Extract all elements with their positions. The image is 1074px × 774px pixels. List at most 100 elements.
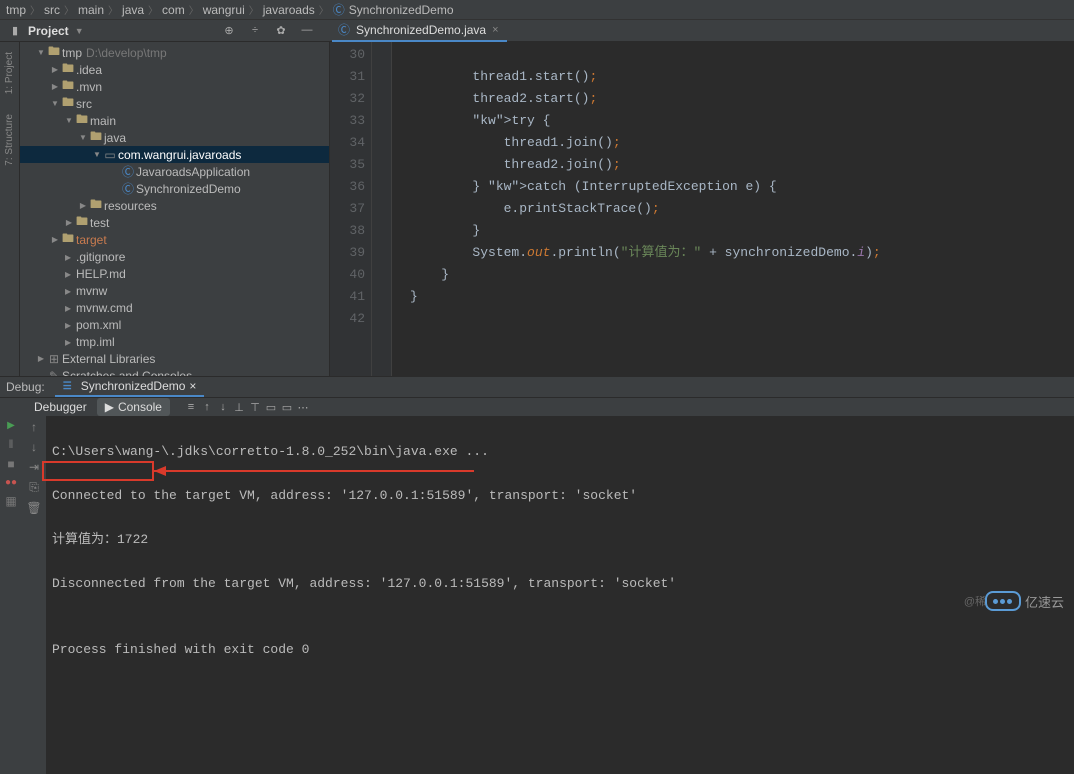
toolbar-icon-7[interactable]: ▭ bbox=[280, 401, 294, 414]
run-config-tab[interactable]: ☰ SynchronizedDemo × bbox=[55, 377, 205, 397]
close-tab-icon[interactable]: × bbox=[492, 24, 498, 36]
site-watermark: 亿速云 bbox=[985, 591, 1064, 611]
tree-item-label: mvnw.cmd bbox=[76, 301, 133, 315]
chevron-down-icon[interactable]: ▼ bbox=[75, 26, 84, 36]
tree-arrow-icon[interactable]: ▶ bbox=[78, 201, 88, 210]
crumb-1[interactable]: src bbox=[44, 3, 60, 17]
stop-icon[interactable]: ■ bbox=[7, 457, 14, 471]
tree-item-mvnw-cmd[interactable]: ▸mvnw.cmd bbox=[20, 299, 329, 316]
structure-tool-button[interactable]: 7: Structure bbox=[4, 114, 15, 166]
tree-item-help-md[interactable]: ▸HELP.md bbox=[20, 265, 329, 282]
run-config-name: SynchronizedDemo bbox=[81, 379, 186, 393]
collapse-icon[interactable]: ÷ bbox=[248, 24, 262, 37]
debug-side-controls: ▶ ‖ ■ ●● ▦ bbox=[0, 416, 22, 774]
down-icon[interactable]: ↓ bbox=[31, 440, 37, 454]
tree-arrow-icon[interactable]: ▼ bbox=[92, 150, 102, 159]
console-output[interactable]: C:\Users\wang-\.jdks\corretto-1.8.0_252\… bbox=[46, 416, 1074, 774]
tree-item-label: target bbox=[76, 233, 107, 247]
gear-icon[interactable]: ✿ bbox=[274, 24, 288, 37]
editor-fold-column[interactable] bbox=[372, 42, 392, 376]
java-run-icon: ☰ bbox=[63, 381, 77, 392]
toolbar-icon-8[interactable]: ⋯ bbox=[296, 401, 310, 414]
crumb-7[interactable]: SynchronizedDemo bbox=[349, 3, 454, 17]
tree-item-pom-xml[interactable]: ▸pom.xml bbox=[20, 316, 329, 333]
author-watermark: @稀 bbox=[964, 593, 986, 609]
crumb-2[interactable]: main bbox=[78, 3, 104, 17]
tree-arrow-icon[interactable]: ▼ bbox=[50, 99, 60, 108]
debugger-tab[interactable]: Debugger bbox=[26, 398, 95, 416]
wrap-icon[interactable]: ⇥ bbox=[29, 460, 39, 474]
project-tool-button[interactable]: 1: Project bbox=[4, 52, 15, 94]
tree-item-label: pom.xml bbox=[76, 318, 121, 332]
console-tab[interactable]: ▶ Console bbox=[97, 398, 170, 416]
tree-arrow-icon[interactable]: ▼ bbox=[36, 48, 46, 57]
up-icon[interactable]: ↑ bbox=[31, 420, 37, 434]
crumb-0[interactable]: tmp bbox=[6, 3, 26, 17]
crumb-5[interactable]: wangrui bbox=[203, 3, 245, 17]
toolbar-icon-1[interactable]: ≡ bbox=[184, 401, 198, 413]
highlight-annotation bbox=[42, 461, 154, 481]
toolbar-icon-6[interactable]: ▭ bbox=[264, 401, 278, 414]
tree-arrow-icon[interactable]: ▼ bbox=[64, 116, 74, 125]
breakpoints-icon[interactable]: ●● bbox=[5, 477, 17, 488]
tree-item-mvnw[interactable]: ▸mvnw bbox=[20, 282, 329, 299]
tree-item-label: .idea bbox=[76, 63, 102, 77]
crumb-4[interactable]: com bbox=[162, 3, 185, 17]
tree-arrow-icon[interactable]: ▶ bbox=[36, 354, 46, 363]
tree-arrow-icon[interactable]: ▼ bbox=[78, 133, 88, 142]
toolbar-icon-4[interactable]: ⊥ bbox=[232, 401, 246, 414]
file-icon: ▸ bbox=[60, 335, 76, 349]
project-toolbar: ▮ Project ▼ ⊕ ÷ ✿ — Ⓒ SynchronizedDemo.j… bbox=[0, 20, 1074, 42]
toolbar-icon-5[interactable]: ⊤ bbox=[248, 401, 262, 414]
console-line: Process finished with exit code 0 bbox=[52, 639, 1068, 661]
tree-item-tmp-iml[interactable]: ▸tmp.iml bbox=[20, 333, 329, 350]
toolbar-icon-3[interactable]: ↓ bbox=[216, 401, 230, 413]
tree-item-main[interactable]: ▼🖿main bbox=[20, 112, 329, 129]
logo-icon bbox=[985, 591, 1021, 611]
close-debug-tab-icon[interactable]: × bbox=[189, 379, 196, 393]
project-tree[interactable]: ▼🖿tmpD:\develop\tmp▶🖿.idea▶🖿.mvn▼🖿src▼🖿m… bbox=[20, 42, 330, 376]
tree-item--gitignore[interactable]: ▸.gitignore bbox=[20, 248, 329, 265]
tree-arrow-icon[interactable]: ▶ bbox=[64, 218, 74, 227]
hide-icon[interactable]: — bbox=[300, 24, 314, 37]
crumb-3[interactable]: java bbox=[122, 3, 144, 17]
print-icon[interactable]: ⎘ bbox=[29, 480, 39, 495]
tree-item-javaroadsapplication[interactable]: ⒸJavaroadsApplication bbox=[20, 163, 329, 180]
tree-item-java[interactable]: ▼🖿java bbox=[20, 129, 329, 146]
crumb-6[interactable]: javaroads bbox=[263, 3, 315, 17]
left-tool-stripe[interactable]: 1: Project 7: Structure bbox=[0, 42, 20, 376]
editor-area[interactable]: 30313233343536373839404142 thread1.start… bbox=[330, 42, 1074, 376]
project-view-icon: ▮ bbox=[8, 24, 22, 37]
editor-gutter[interactable]: 30313233343536373839404142 bbox=[330, 42, 372, 376]
class-icon: Ⓒ bbox=[333, 1, 345, 18]
tree-item-label: .gitignore bbox=[76, 250, 125, 264]
tree-item-path: D:\develop\tmp bbox=[86, 46, 167, 60]
tree-item-resources[interactable]: ▶🖿resources bbox=[20, 197, 329, 214]
layout-icon[interactable]: ▦ bbox=[5, 494, 16, 508]
toolbar-icon-2[interactable]: ↑ bbox=[200, 401, 214, 413]
project-view-title[interactable]: Project bbox=[28, 24, 69, 38]
tree-item-synchronizeddemo[interactable]: ⒸSynchronizedDemo bbox=[20, 180, 329, 197]
tree-arrow-icon[interactable]: ▶ bbox=[50, 65, 60, 74]
tree-item-src[interactable]: ▼🖿src bbox=[20, 95, 329, 112]
editor-code[interactable]: thread1.start(); thread2.start(); "kw">t… bbox=[392, 42, 881, 376]
tree-item-label: .mvn bbox=[76, 80, 102, 94]
breadcrumb[interactable]: tmp〉 src〉 main〉 java〉 com〉 wangrui〉 java… bbox=[0, 0, 1074, 20]
class-icon: Ⓒ bbox=[120, 163, 136, 180]
tree-item-com-wangrui-javaroads[interactable]: ▼▭com.wangrui.javaroads bbox=[20, 146, 329, 163]
tree-item-label: Scratches and Consoles bbox=[62, 369, 192, 377]
debug-label: Debug: bbox=[6, 380, 45, 394]
tree-item-target[interactable]: ▶🖿target bbox=[20, 231, 329, 248]
tree-item-label: SynchronizedDemo bbox=[136, 182, 241, 196]
tree-arrow-icon[interactable]: ▶ bbox=[50, 82, 60, 91]
tree-item-external-libraries[interactable]: ▶⊞External Libraries bbox=[20, 350, 329, 367]
pause-icon[interactable]: ‖ bbox=[9, 437, 14, 451]
tree-item-label: java bbox=[104, 131, 126, 145]
rerun-icon[interactable]: ▶ bbox=[7, 420, 15, 431]
editor-tab-label: SynchronizedDemo.java bbox=[356, 23, 486, 37]
clear-icon[interactable]: 🗑 bbox=[26, 501, 41, 515]
tree-item-scratches-and-consoles[interactable]: ✎Scratches and Consoles bbox=[20, 367, 329, 376]
editor-tab[interactable]: Ⓒ SynchronizedDemo.java × bbox=[332, 20, 507, 42]
tree-arrow-icon[interactable]: ▶ bbox=[50, 235, 60, 244]
target-icon[interactable]: ⊕ bbox=[222, 24, 236, 37]
